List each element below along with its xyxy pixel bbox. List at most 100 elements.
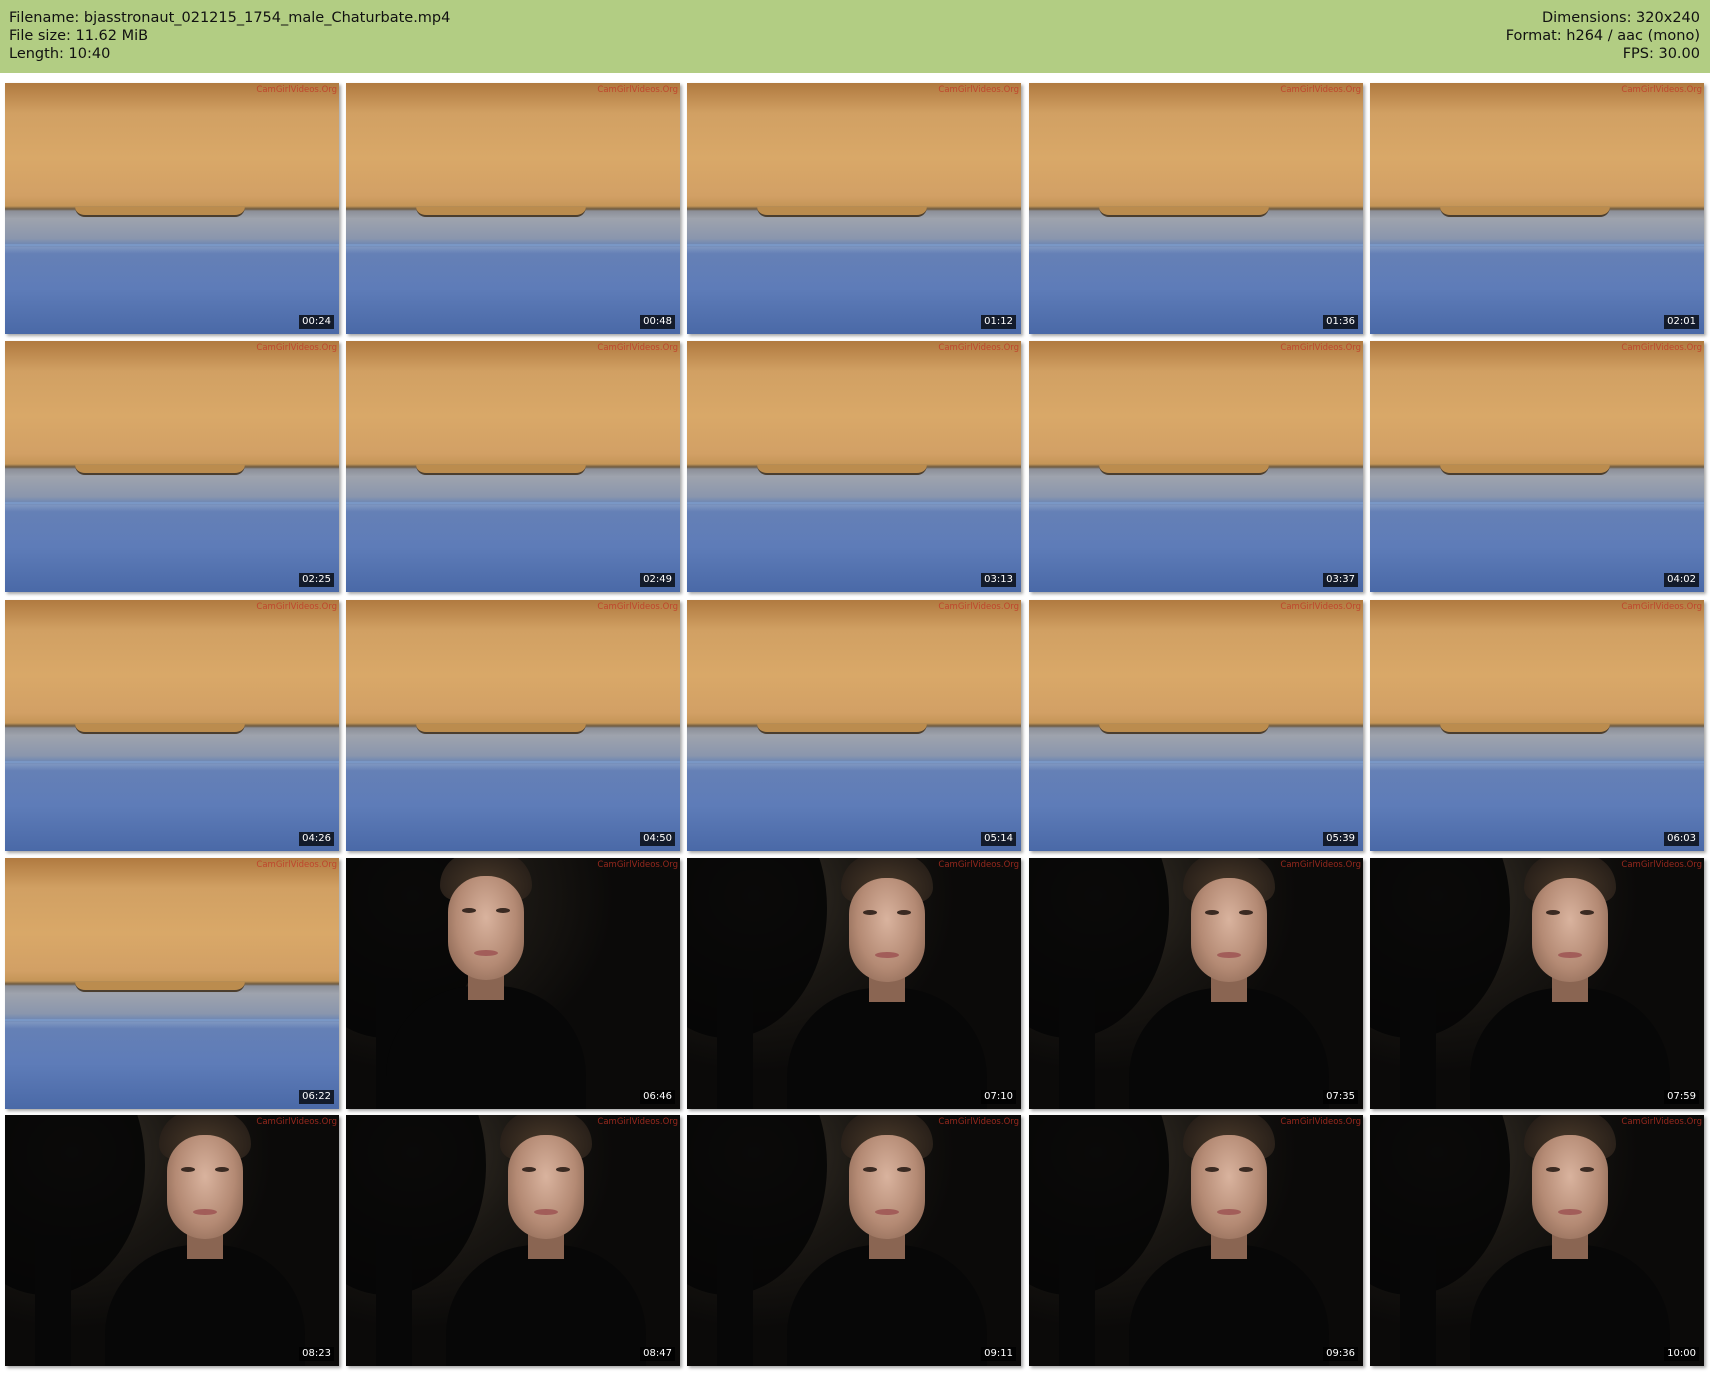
mouth [193, 1209, 217, 1215]
desk-edge-line [1029, 760, 1363, 763]
watermark-text: CamGirlVideos.Org [597, 85, 678, 95]
video-thumbnail: CamGirlVideos.Org 03:37 [1029, 341, 1363, 592]
timestamp-label: 00:24 [299, 315, 334, 329]
left-eye [1205, 910, 1219, 915]
desk-notch [75, 207, 245, 217]
desk-notch [1440, 724, 1610, 734]
desk-edge-line [5, 760, 339, 763]
video-thumbnail: CamGirlVideos.Org 04:50 [346, 600, 680, 851]
video-thumbnail: CamGirlVideos.Org 09:11 [687, 1115, 1021, 1366]
timestamp-label: 02:01 [1664, 315, 1699, 329]
timestamp-label: 06:22 [299, 1090, 334, 1104]
watermark-text: CamGirlVideos.Org [1280, 860, 1361, 870]
right-eye [1239, 910, 1253, 915]
video-thumbnail: CamGirlVideos.Org 03:13 [687, 341, 1021, 592]
watermark-text: CamGirlVideos.Org [597, 343, 678, 353]
desk-edge-line [346, 760, 680, 763]
desk-edge-line [5, 501, 339, 504]
watermark-text: CamGirlVideos.Org [597, 1117, 678, 1127]
timestamp-label: 03:13 [981, 573, 1016, 587]
person-figure [1470, 1115, 1670, 1366]
timestamp-label: 08:23 [299, 1347, 334, 1361]
watermark-text: CamGirlVideos.Org [1280, 1117, 1361, 1127]
person-figure [446, 1115, 646, 1366]
timestamp-label: 07:10 [981, 1090, 1016, 1104]
watermark-text: CamGirlVideos.Org [938, 1117, 1019, 1127]
video-thumbnail: CamGirlVideos.Org 01:36 [1029, 83, 1363, 334]
watermark-text: CamGirlVideos.Org [1621, 85, 1702, 95]
mouth [1558, 1209, 1582, 1215]
background-chair [1400, 978, 1436, 1109]
timestamp-label: 06:46 [640, 1090, 675, 1104]
person-figure [105, 1115, 305, 1366]
background-chair [376, 1235, 412, 1366]
face [849, 1135, 925, 1239]
face [849, 878, 925, 982]
left-eye [1546, 910, 1560, 915]
timestamp-label: 08:47 [640, 1347, 675, 1361]
video-thumbnail: CamGirlVideos.Org 04:02 [1370, 341, 1704, 592]
desk-notch [1099, 207, 1269, 217]
timestamp-label: 10:00 [1664, 1347, 1699, 1361]
desk-notch [75, 982, 245, 992]
timestamp-label: 02:25 [299, 573, 334, 587]
desk-edge-line [1370, 760, 1704, 763]
right-eye [897, 910, 911, 915]
desk-notch [416, 724, 586, 734]
face [1191, 878, 1267, 982]
background-chair [1059, 978, 1095, 1109]
desk-edge-line [1029, 243, 1363, 246]
watermark-text: CamGirlVideos.Org [1621, 343, 1702, 353]
desk-edge-line [1029, 501, 1363, 504]
video-thumbnail: CamGirlVideos.Org 10:00 [1370, 1115, 1704, 1366]
desk-notch [757, 207, 927, 217]
desk-edge-line [5, 243, 339, 246]
desk-edge-line [346, 501, 680, 504]
right-eye [897, 1167, 911, 1172]
timestamp-label: 07:59 [1664, 1090, 1699, 1104]
timestamp-label: 00:48 [640, 315, 675, 329]
video-thumbnail: CamGirlVideos.Org 08:47 [346, 1115, 680, 1366]
background-chair [1059, 1235, 1095, 1366]
video-thumbnail: CamGirlVideos.Org 08:23 [5, 1115, 339, 1366]
video-thumbnail: CamGirlVideos.Org 01:12 [687, 83, 1021, 334]
timestamp-label: 07:35 [1323, 1090, 1358, 1104]
watermark-text: CamGirlVideos.Org [938, 343, 1019, 353]
watermark-text: CamGirlVideos.Org [256, 602, 337, 612]
timestamp-label: 04:26 [299, 832, 334, 846]
timestamp-label: 09:11 [981, 1347, 1016, 1361]
face [1532, 1135, 1608, 1239]
video-thumbnail: CamGirlVideos.Org 02:49 [346, 341, 680, 592]
torso [1129, 988, 1329, 1109]
desk-notch [1440, 465, 1610, 475]
left-eye [522, 1167, 536, 1172]
watermark-text: CamGirlVideos.Org [256, 85, 337, 95]
watermark-text: CamGirlVideos.Org [256, 860, 337, 870]
right-eye [496, 908, 510, 913]
face [1191, 1135, 1267, 1239]
video-thumbnail: CamGirlVideos.Org 02:25 [5, 341, 339, 592]
desk-notch [416, 465, 586, 475]
video-thumbnail: CamGirlVideos.Org 07:59 [1370, 858, 1704, 1109]
timestamp-label: 01:36 [1323, 315, 1358, 329]
background-chair [717, 1235, 753, 1366]
right-eye [556, 1167, 570, 1172]
mouth [875, 952, 899, 958]
face [448, 876, 524, 980]
watermark-text: CamGirlVideos.Org [1621, 860, 1702, 870]
video-thumbnail: CamGirlVideos.Org 04:26 [5, 600, 339, 851]
watermark-text: CamGirlVideos.Org [938, 85, 1019, 95]
desk-notch [1440, 207, 1610, 217]
watermark-text: CamGirlVideos.Org [597, 860, 678, 870]
desk-edge-line [1370, 243, 1704, 246]
desk-edge-line [1370, 501, 1704, 504]
left-eye [181, 1167, 195, 1172]
torso [1129, 1245, 1329, 1366]
video-thumbnail: CamGirlVideos.Org 02:01 [1370, 83, 1704, 334]
timestamp-label: 09:36 [1323, 1347, 1358, 1361]
face [508, 1135, 584, 1239]
timestamp-label: 06:03 [1664, 832, 1699, 846]
mouth [875, 1209, 899, 1215]
mouth [474, 950, 498, 956]
desk-notch [416, 207, 586, 217]
